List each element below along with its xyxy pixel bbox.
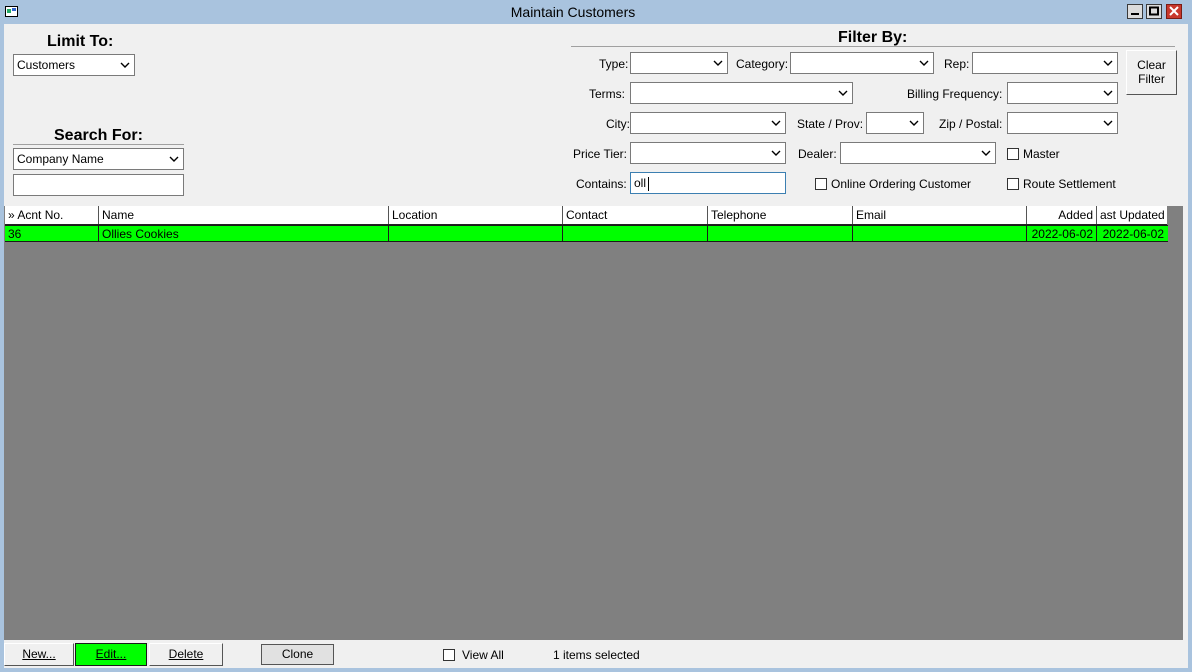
cell-telephone (707, 226, 852, 241)
rep-select[interactable] (972, 52, 1118, 74)
view-all-checkbox[interactable] (443, 649, 455, 661)
grid-header: » Acnt No. Name Location Contact Telepho… (5, 206, 1167, 225)
limit-to-select[interactable]: Customers (13, 54, 135, 76)
clear-filter-button[interactable]: Clear Filter (1126, 50, 1177, 95)
window-title: Maintain Customers (510, 4, 636, 20)
chevron-down-icon (1103, 90, 1113, 96)
billing-frequency-select[interactable] (1007, 82, 1118, 104)
chevron-down-icon (838, 90, 848, 96)
search-for-heading: Search For: (54, 127, 143, 144)
clone-button[interactable]: Clone (261, 644, 334, 665)
chevron-down-icon (169, 156, 179, 162)
view-all-label: View All (462, 648, 504, 662)
cell-contact (562, 226, 707, 241)
table-row[interactable]: 36 Ollies Cookies 2022-06-02 2022-06-02 (5, 225, 1168, 242)
clear-filter-line2: Filter (1138, 72, 1165, 86)
column-header-name[interactable]: Name (98, 206, 388, 224)
clear-filter-line1: Clear (1137, 58, 1166, 72)
category-select[interactable] (790, 52, 934, 74)
chevron-down-icon (1103, 60, 1113, 66)
cell-name: Ollies Cookies (98, 226, 388, 241)
title-bar: Maintain Customers (0, 0, 1192, 24)
cell-email (852, 226, 1026, 241)
chevron-down-icon (1103, 120, 1113, 126)
minimize-icon (1131, 13, 1139, 15)
chevron-down-icon (919, 60, 929, 66)
price-tier-select[interactable] (630, 142, 786, 164)
column-header-acnt[interactable]: » Acnt No. (5, 206, 98, 224)
state-select[interactable] (866, 112, 924, 134)
cell-updated: 2022-06-02 (1096, 226, 1167, 241)
maximize-icon (1149, 6, 1159, 16)
dealer-label: Dealer: (798, 147, 837, 161)
master-label: Master (1023, 147, 1060, 161)
terms-label: Terms: (589, 87, 625, 101)
online-ordering-label: Online Ordering Customer (831, 177, 972, 191)
filter-by-divider (571, 46, 1175, 47)
filter-by-heading: Filter By: (838, 29, 908, 46)
chevron-down-icon (713, 60, 723, 66)
clone-button-label: Clone (281, 647, 314, 661)
category-label: Category: (736, 57, 789, 71)
search-for-divider (13, 144, 184, 145)
new-button[interactable]: New... (4, 643, 74, 666)
state-label: State / Prov: (797, 117, 864, 131)
column-header-telephone[interactable]: Telephone (707, 206, 852, 224)
contains-label: Contains: (576, 177, 627, 191)
chevron-down-icon (771, 150, 781, 156)
online-ordering-checkbox[interactable] (815, 178, 827, 190)
rep-label: Rep: (944, 57, 970, 71)
chevron-down-icon (120, 62, 130, 68)
type-label: Type: (599, 57, 629, 71)
column-header-email[interactable]: Email (852, 206, 1026, 224)
contains-input[interactable]: oll (630, 172, 786, 194)
zip-label: Zip / Postal: (939, 117, 1003, 131)
column-header-location[interactable]: Location (388, 206, 562, 224)
cell-acnt: 36 (8, 227, 22, 241)
type-select[interactable] (630, 52, 728, 74)
search-input[interactable] (13, 174, 184, 196)
limit-to-value: Customers (17, 58, 76, 72)
route-settlement-checkbox[interactable] (1007, 178, 1019, 190)
chevron-down-icon (771, 120, 781, 126)
maximize-button[interactable] (1146, 4, 1162, 19)
column-header-updated[interactable]: ast Updated (1096, 206, 1167, 224)
city-label: City: (606, 117, 630, 131)
close-icon (1169, 6, 1179, 16)
delete-button[interactable]: Delete (149, 643, 223, 666)
column-header-contact[interactable]: Contact (562, 206, 707, 224)
chevron-down-icon (909, 120, 919, 126)
dealer-select[interactable] (840, 142, 996, 164)
text-cursor (648, 177, 649, 191)
price-tier-label: Price Tier: (573, 147, 628, 161)
zip-select[interactable] (1007, 112, 1118, 134)
route-settlement-label: Route Settlement (1023, 177, 1116, 191)
minimize-button[interactable] (1127, 4, 1143, 19)
master-checkbox[interactable] (1007, 148, 1019, 160)
search-field-select[interactable]: Company Name (13, 148, 184, 170)
terms-select[interactable] (630, 82, 853, 104)
customer-grid[interactable] (4, 206, 1183, 640)
search-field-value: Company Name (17, 152, 104, 166)
status-text: 1 items selected (553, 648, 640, 662)
edit-button[interactable]: Edit... (75, 643, 147, 666)
cell-added: 2022-06-02 (1026, 226, 1096, 241)
chevron-down-icon (981, 150, 991, 156)
contains-value: oll (634, 176, 647, 190)
cell-location (388, 226, 562, 241)
city-select[interactable] (630, 112, 786, 134)
close-button[interactable] (1166, 4, 1182, 19)
limit-to-heading: Limit To: (47, 33, 114, 50)
delete-button-label: Delete (168, 647, 204, 661)
column-header-added[interactable]: Added (1026, 206, 1096, 224)
edit-button-label: Edit... (95, 647, 127, 661)
new-button-label: New... (22, 647, 56, 661)
billing-frequency-label: Billing Frequency: (907, 87, 1003, 101)
